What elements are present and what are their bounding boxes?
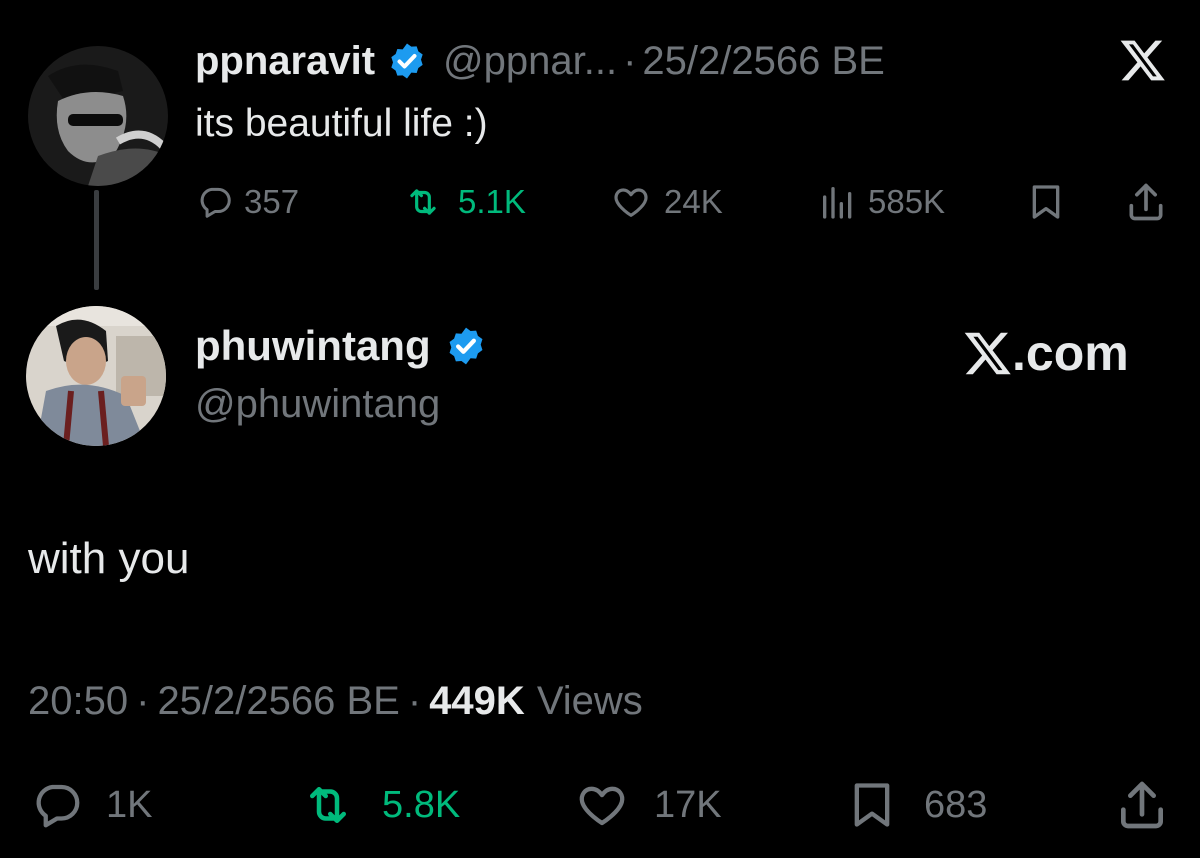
main-like-button[interactable]: 17K <box>572 778 722 832</box>
main-views-label: Views <box>536 678 643 723</box>
reply-icon <box>200 187 231 218</box>
avatar-image <box>26 306 166 446</box>
main-views-count: 449K <box>429 678 525 723</box>
quoted-repost-button[interactable]: 5.1K <box>398 182 526 222</box>
quoted-reply-button[interactable]: 357 <box>196 182 299 222</box>
main-date[interactable]: 25/2/2566 BE <box>157 679 399 724</box>
quoted-like-count: 24K <box>664 183 723 220</box>
x-logo-icon <box>964 332 1011 375</box>
main-repost-button[interactable]: 5.8K <box>296 778 460 832</box>
quoted-bookmark-button[interactable] <box>1026 180 1066 224</box>
share-icon <box>1129 183 1163 221</box>
avatar-phuwintang[interactable] <box>26 306 166 446</box>
quoted-like-button[interactable]: 24K <box>608 182 723 222</box>
quoted-tweet-text: its beautiful life :) <box>195 102 488 145</box>
repost-icon <box>410 189 436 215</box>
quoted-views-button[interactable]: 585K <box>818 182 945 222</box>
like-icon <box>614 188 648 217</box>
bookmark-icon <box>1032 185 1060 219</box>
avatar-ppnaravit[interactable] <box>28 46 168 186</box>
views-icon <box>823 187 852 219</box>
main-handle[interactable]: @phuwintang <box>195 382 440 427</box>
main-like-count: 17K <box>654 783 722 826</box>
quoted-display-name[interactable]: ppnaravit <box>195 39 375 84</box>
like-icon <box>579 786 625 826</box>
main-repost-count: 5.8K <box>382 783 461 826</box>
quoted-repost-count: 5.1K <box>458 183 526 220</box>
verified-badge-icon <box>445 325 487 367</box>
main-reply-button[interactable]: 1K <box>30 778 152 832</box>
quoted-handle[interactable]: @ppnar... <box>443 39 617 84</box>
main-time[interactable]: 20:50 <box>28 679 128 724</box>
share-icon <box>1121 781 1163 829</box>
reply-icon <box>36 784 80 828</box>
verified-badge-icon <box>387 41 427 81</box>
main-meta: 20:50 · 25/2/2566 BE · 449K Views <box>28 676 643 726</box>
quoted-date[interactable]: 25/2/2566 BE <box>642 39 884 84</box>
meta-separator: · <box>136 678 150 723</box>
main-share-button[interactable] <box>1114 776 1170 834</box>
main-bookmark-count: 683 <box>924 783 988 826</box>
thread-connector <box>94 190 99 290</box>
main-tweet-text: with you <box>28 534 190 583</box>
quoted-separator: · <box>623 38 637 83</box>
avatar-image <box>28 46 168 186</box>
quoted-reply-count: 357 <box>244 183 300 220</box>
main-bookmark-button[interactable]: 683 <box>846 776 987 834</box>
bookmark-icon <box>854 783 890 827</box>
meta-separator: · <box>407 678 422 723</box>
quoted-header: ppnaravit @ppnar... · 25/2/2566 BE <box>195 36 885 86</box>
x-logo-icon[interactable] <box>1118 36 1168 84</box>
brand-label: .com <box>1012 325 1129 381</box>
main-display-name[interactable]: phuwintang <box>195 322 431 370</box>
brand-xcom[interactable]: .com <box>962 324 1129 382</box>
main-reply-count: 1K <box>106 783 153 826</box>
repost-icon <box>310 787 346 823</box>
quoted-views-count: 585K <box>868 183 946 220</box>
main-header: phuwintang <box>195 320 487 372</box>
quoted-share-button[interactable] <box>1124 180 1168 224</box>
